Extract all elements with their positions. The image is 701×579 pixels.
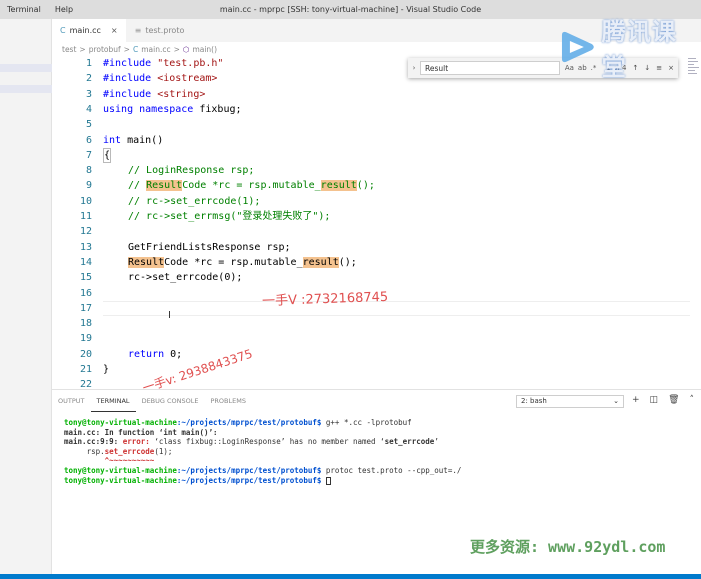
breadcrumb-item[interactable]: test	[62, 45, 76, 54]
line-number: 20	[79, 348, 92, 360]
line-number: 11	[79, 211, 92, 222]
line-number: 18	[79, 318, 92, 330]
chevron-right-icon: >	[123, 44, 130, 54]
terminal-output[interactable]: tony@tony-virtual-machine:~/projects/mpr…	[64, 418, 461, 485]
code-line: GetFriendListsResponse rsp;	[128, 241, 291, 253]
text-cursor-icon: I	[168, 310, 171, 321]
split-terminal-icon[interactable]: ◫	[650, 395, 659, 405]
line-number: 17	[79, 302, 92, 314]
terminal-cursor	[325, 476, 331, 485]
tab-main-cc[interactable]: C main.cc ×	[52, 19, 127, 42]
c-file-icon: C	[132, 44, 139, 54]
tab-label: test.proto	[145, 26, 185, 35]
find-input[interactable]: Result	[420, 61, 560, 75]
terminal-select[interactable]: 2: bash ⌄	[516, 395, 624, 408]
chevron-right-icon[interactable]: ›	[408, 64, 420, 72]
c-file-icon: C	[60, 26, 66, 35]
function-icon: ⬡	[182, 44, 190, 54]
close-icon[interactable]: ×	[111, 26, 118, 35]
add-terminal-icon[interactable]: +	[632, 395, 640, 405]
line-number: 16	[79, 287, 92, 299]
line-number: 4	[85, 103, 92, 115]
code-line: // LoginResponse rsp;	[128, 165, 255, 177]
chevron-right-icon: >	[79, 44, 86, 54]
breadcrumb: test > protobuf > C main.cc > ⬡ main()	[52, 42, 220, 56]
play-logo-icon	[561, 31, 594, 63]
code-line: #include <iostream>	[103, 73, 218, 85]
breadcrumb-item[interactable]: main()	[192, 45, 217, 54]
tab-label: main.cc	[69, 26, 101, 35]
line-number: 7	[85, 149, 92, 161]
code-line: #include <string>	[103, 88, 206, 100]
tab-terminal[interactable]: TERMINAL	[90, 390, 136, 412]
code-line: // rc->set_errmsg("登录处理失败了");	[128, 211, 331, 222]
code-line: using namespace fixbug;	[103, 103, 242, 115]
tab-output[interactable]: OUTPUT	[52, 390, 91, 412]
watermark-text: 更多资源: www.92ydl.com	[470, 538, 666, 556]
code-line: // ResultCode *rc = rsp.mutable_result()…	[128, 180, 375, 192]
line-number: 5	[85, 119, 92, 131]
line-number: 15	[79, 272, 92, 284]
chevron-right-icon: >	[173, 44, 180, 54]
matching-bracket: {	[103, 147, 112, 164]
line-number: 9	[85, 180, 92, 192]
code-line: rc->set_errcode(0);	[128, 272, 243, 284]
line-number: 8	[85, 165, 92, 177]
file-icon: ≡	[134, 26, 142, 35]
tab-test-proto[interactable]: ≡ test.proto	[127, 19, 194, 42]
code-line: ResultCode *rc = rsp.mutable_result();	[128, 256, 357, 268]
line-number: 13	[79, 241, 92, 253]
find-match: Result	[146, 180, 183, 192]
side-bar	[0, 19, 52, 579]
chevron-down-icon: ⌄	[613, 397, 619, 405]
status-bar	[0, 574, 701, 579]
trash-icon[interactable]: 🗑	[668, 395, 679, 405]
side-bar-selected-row[interactable]	[0, 64, 52, 72]
code-line: }	[103, 364, 110, 375]
line-number: 14	[79, 256, 92, 268]
code-editor[interactable]: 1 2 3 4 5 6 7 8 9 10 11 12 13 14 15 16 1…	[52, 56, 690, 388]
code-line: return 0;	[128, 348, 183, 360]
find-match: result	[320, 180, 357, 192]
menu-terminal[interactable]: Terminal	[0, 5, 48, 14]
code-line: int main()	[103, 134, 164, 146]
code-line: #include "test.pb.h"	[103, 58, 224, 69]
menu-help[interactable]: Help	[48, 5, 80, 14]
find-match: Result	[128, 256, 165, 268]
breadcrumb-item[interactable]: main.cc	[141, 45, 170, 54]
chevron-up-icon[interactable]: ˄	[690, 395, 695, 405]
tab-problems[interactable]: PROBLEMS	[204, 390, 251, 412]
line-number: 1	[85, 58, 92, 69]
current-line-highlight	[103, 301, 690, 316]
tencent-classroom-logo: 腾讯课堂	[558, 12, 701, 82]
line-number: 22	[79, 379, 92, 388]
find-match: result	[302, 256, 339, 268]
line-number: 10	[79, 195, 92, 207]
line-number: 6	[85, 134, 92, 146]
line-number: 21	[79, 364, 92, 375]
line-number: 12	[79, 226, 92, 238]
breadcrumb-item[interactable]: protobuf	[89, 45, 121, 54]
line-number: 19	[79, 333, 92, 345]
line-number: 2	[85, 73, 92, 85]
side-bar-selected-row[interactable]	[0, 85, 52, 93]
code-line: // rc->set_errcode(1);	[128, 195, 261, 207]
line-number: 3	[85, 88, 92, 100]
